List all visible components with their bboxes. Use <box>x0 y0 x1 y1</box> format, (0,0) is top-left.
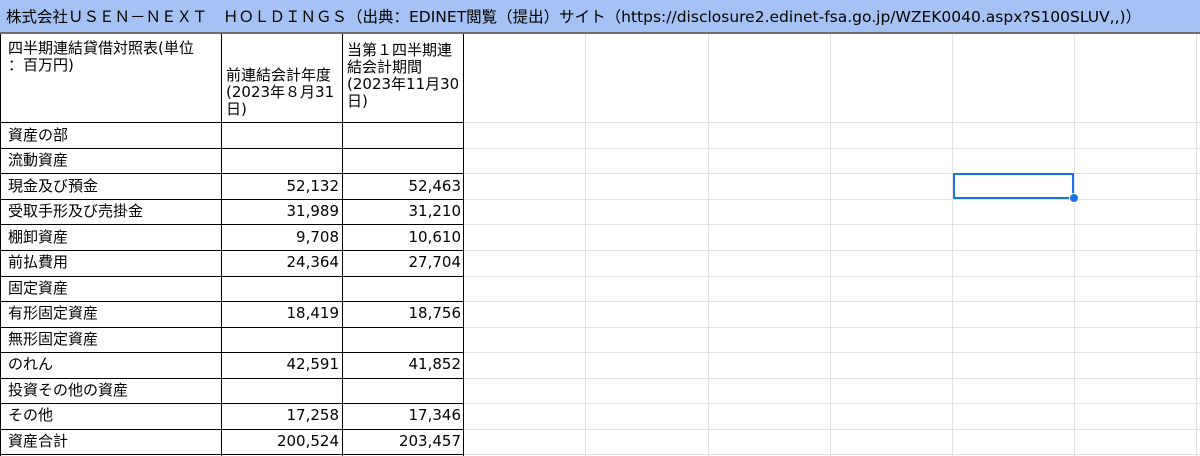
row-label-cell[interactable]: 流動資産 <box>0 148 221 173</box>
table-border <box>0 250 464 251</box>
table-border <box>0 429 464 430</box>
grid-row-line <box>464 403 1200 404</box>
grid-row-line <box>464 122 1200 123</box>
grid-row-line <box>464 276 1200 277</box>
row-label-cell[interactable]: その他 <box>0 403 221 429</box>
prev-value-cell[interactable]: 9,708 <box>221 225 342 250</box>
grid-row-line <box>464 429 1200 430</box>
current-value-cell[interactable]: 31,210 <box>342 199 464 224</box>
prev-value-cell[interactable]: 200,524 <box>221 429 342 454</box>
current-value-cell[interactable]: 52,463 <box>342 174 464 199</box>
prev-value-cell[interactable] <box>221 327 342 352</box>
table-border <box>463 34 464 456</box>
current-value-cell[interactable]: 18,756 <box>342 301 464 327</box>
table-border <box>0 34 1 456</box>
row-label-cell[interactable]: 受取手形及び売掛金 <box>0 199 221 224</box>
row-label-cell[interactable]: 固定資産 <box>0 276 221 301</box>
prev-value-cell[interactable] <box>221 378 342 403</box>
table-border <box>0 352 464 353</box>
table-border <box>0 327 464 328</box>
grid-column-line <box>1196 34 1197 456</box>
grid-column-line <box>830 34 831 456</box>
prev-value-cell[interactable] <box>221 123 342 148</box>
grid-row-line <box>464 173 1200 174</box>
grid-row-line <box>464 148 1200 149</box>
current-value-cell[interactable]: 203,457 <box>342 429 464 454</box>
row-label-cell[interactable]: 前払費用 <box>0 250 221 276</box>
table-border <box>0 173 464 174</box>
row-label-cell[interactable]: 有形固定資産 <box>0 301 221 327</box>
grid-row-line <box>464 352 1200 353</box>
header-label-cell[interactable]: 四半期連結貸借対照表(単位 ：百万円) <box>0 36 221 122</box>
current-value-cell[interactable] <box>342 276 464 301</box>
spreadsheet-grid[interactable]: 株式会社ＵＳＥＮ－ＮＥＸＴ ＨＯＬＤＩＮＧＳ（出典：EDINET閲覧（提出）サイ… <box>0 0 1200 456</box>
current-value-cell[interactable]: 27,704 <box>342 250 464 276</box>
current-value-cell[interactable] <box>342 148 464 173</box>
current-value-cell[interactable] <box>342 123 464 148</box>
grid-column-line <box>1074 34 1075 456</box>
grid-row-line <box>464 301 1200 302</box>
grid-row-line <box>464 378 1200 379</box>
table-border <box>0 148 464 149</box>
row-label-cell[interactable]: 無形固定資産 <box>0 327 221 352</box>
table-border <box>0 454 464 455</box>
grid-row-line <box>464 224 1200 225</box>
grid-row-line <box>464 199 1200 200</box>
grid-row-line <box>464 327 1200 328</box>
prev-value-cell[interactable]: 31,989 <box>221 199 342 224</box>
table-border <box>342 34 343 456</box>
table-border <box>0 199 464 200</box>
table-border <box>0 301 464 302</box>
grid-column-line <box>585 34 586 456</box>
row-label-cell[interactable]: のれん <box>0 352 221 378</box>
fill-handle[interactable] <box>1069 193 1079 203</box>
prev-value-cell[interactable]: 18,419 <box>221 301 342 327</box>
row-label-cell[interactable]: 資産合計 <box>0 429 221 454</box>
table-border <box>0 224 464 225</box>
current-value-cell[interactable] <box>342 327 464 352</box>
prev-value-cell[interactable] <box>221 276 342 301</box>
prev-value-cell[interactable]: 24,364 <box>221 250 342 276</box>
prev-value-cell[interactable] <box>221 148 342 173</box>
prev-value-cell[interactable]: 17,258 <box>221 403 342 429</box>
header-current-period-cell[interactable]: 当第１四半期連 結会計期間 (2023年11月30 日) <box>342 36 464 122</box>
row-label-cell[interactable]: 現金及び預金 <box>0 174 221 199</box>
table-border <box>221 34 222 456</box>
current-value-cell[interactable]: 41,852 <box>342 352 464 378</box>
table-border <box>0 378 464 379</box>
current-value-cell[interactable]: 10,610 <box>342 225 464 250</box>
prev-value-cell[interactable]: 42,591 <box>221 352 342 378</box>
selected-cell[interactable] <box>953 173 1074 199</box>
grid-column-line <box>952 34 953 456</box>
grid-row-line <box>464 454 1200 455</box>
row-label-cell[interactable]: 棚卸資産 <box>0 225 221 250</box>
grid-column-line <box>708 34 709 456</box>
table-border <box>0 403 464 404</box>
header-prev-period-cell[interactable]: 前連結会計年度 (2023年８月31 日) <box>221 36 342 122</box>
current-value-cell[interactable]: 17,346 <box>342 403 464 429</box>
grid-row-line <box>464 250 1200 251</box>
prev-value-cell[interactable]: 52,132 <box>221 174 342 199</box>
row-label-cell[interactable]: 資産の部 <box>0 123 221 148</box>
title-cell[interactable]: 株式会社ＵＳＥＮ－ＮＥＸＴ ＨＯＬＤＩＮＧＳ（出典：EDINET閲覧（提出）サイ… <box>0 0 1200 34</box>
current-value-cell[interactable] <box>342 378 464 403</box>
table-border <box>0 122 464 123</box>
table-border <box>0 276 464 277</box>
row-label-cell[interactable]: 投資その他の資産 <box>0 378 221 403</box>
